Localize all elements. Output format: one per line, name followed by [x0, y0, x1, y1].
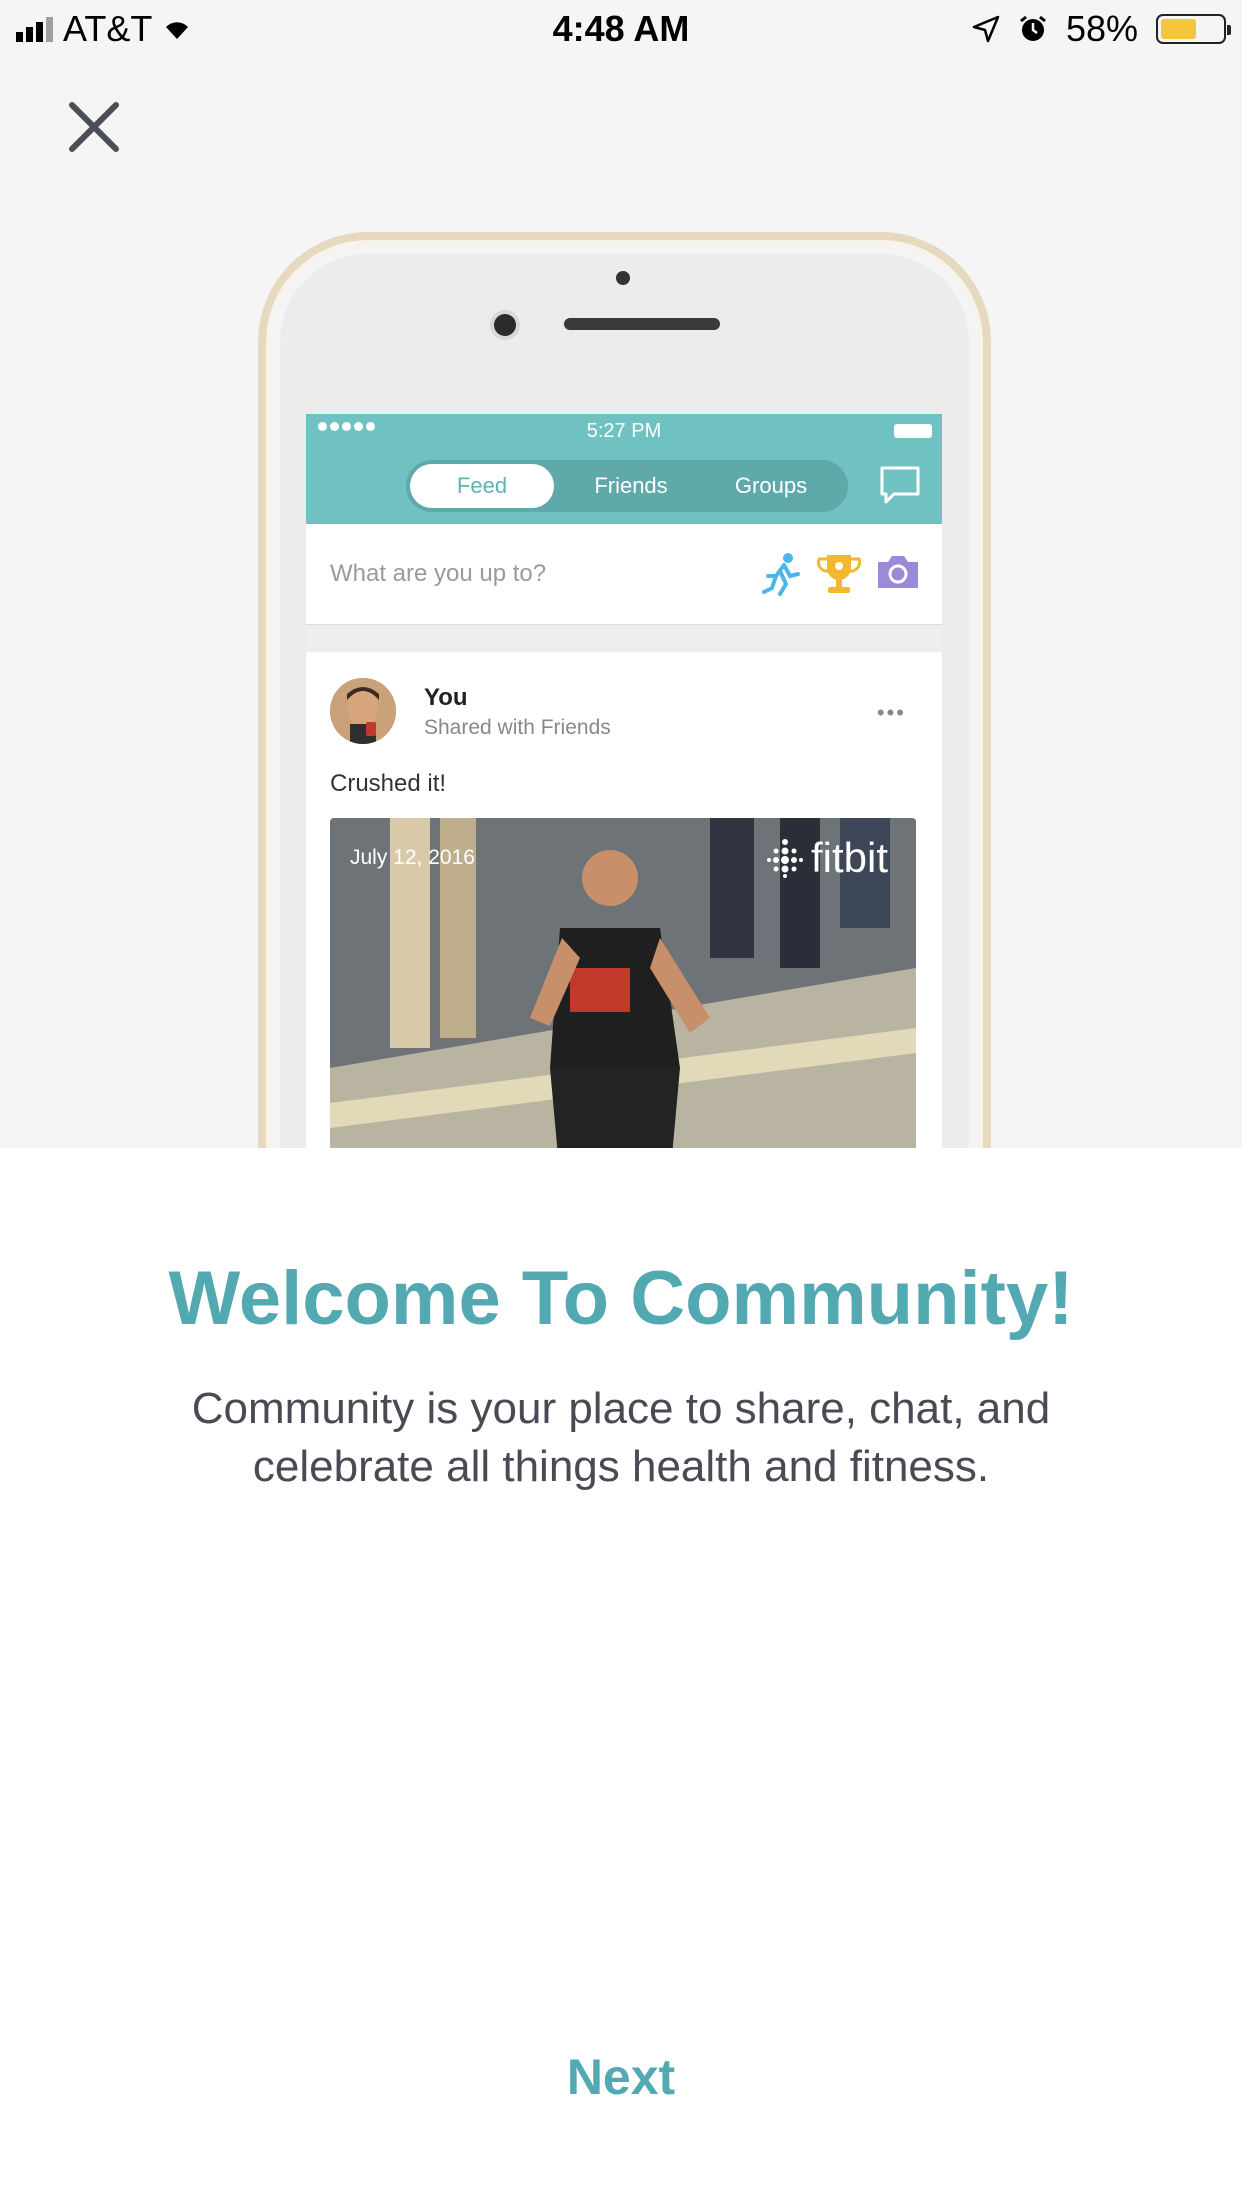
inner-battery-icon [894, 424, 932, 438]
alarm-icon [1020, 15, 1046, 41]
battery-percent: 58% [1065, 8, 1138, 49]
tab-friends: Friends [594, 473, 668, 498]
trophy-icon [816, 555, 862, 593]
status-bar: AT&T 4:48 AM 58% [0, 0, 1242, 56]
location-icon [972, 15, 1000, 43]
phone-camera [494, 314, 516, 336]
fitbit-dots-icon [766, 839, 803, 878]
phone-screen: 5:27 PM Feed Friends Groups What are you… [306, 414, 942, 1148]
chat-icon [880, 466, 920, 504]
phone-speaker [564, 318, 720, 330]
photo-date: July 12, 2016 [350, 846, 475, 869]
phone-sensor [616, 271, 630, 285]
next-button[interactable]: Next [0, 2048, 1242, 2106]
avatar [330, 678, 396, 744]
more-options-icon: ••• [876, 700, 906, 725]
app-header: 5:27 PM Feed Friends Groups [306, 414, 942, 524]
fitbit-wordmark: fitbit [810, 834, 888, 881]
inner-status-bar: 5:27 PM [306, 414, 942, 448]
status-right-group: 58% [972, 8, 1231, 50]
segmented-tabs: Feed Friends Groups [406, 460, 848, 512]
tab-groups: Groups [734, 473, 808, 498]
tab-feed: Feed [410, 464, 554, 508]
camera-icon [878, 556, 918, 588]
post-photo: July 12, 2016 fitbit [330, 818, 916, 1148]
compose-bar: What are you up to? [306, 524, 942, 625]
post-text: Crushed it! [330, 770, 447, 797]
phone-mockup-image: 5:27 PM Feed Friends Groups What are you… [252, 226, 997, 1148]
fitbit-logo: fitbit [766, 834, 888, 882]
post-audience: Shared with Friends [424, 716, 611, 739]
page-title: Welcome To Community! [168, 1256, 1074, 1341]
page-description: Community is your place to share, chat, … [191, 1384, 1051, 1491]
close-icon [69, 102, 119, 152]
runner-icon [762, 553, 800, 596]
compose-placeholder: What are you up to? [330, 560, 547, 587]
feed-post: You Shared with Friends ••• Crushed it! [306, 652, 942, 1148]
inner-status-time: 5:27 PM [586, 420, 662, 442]
compose-icons [762, 552, 920, 596]
battery-icon [1156, 14, 1231, 44]
post-author: You [424, 684, 468, 711]
close-button[interactable] [66, 99, 122, 155]
